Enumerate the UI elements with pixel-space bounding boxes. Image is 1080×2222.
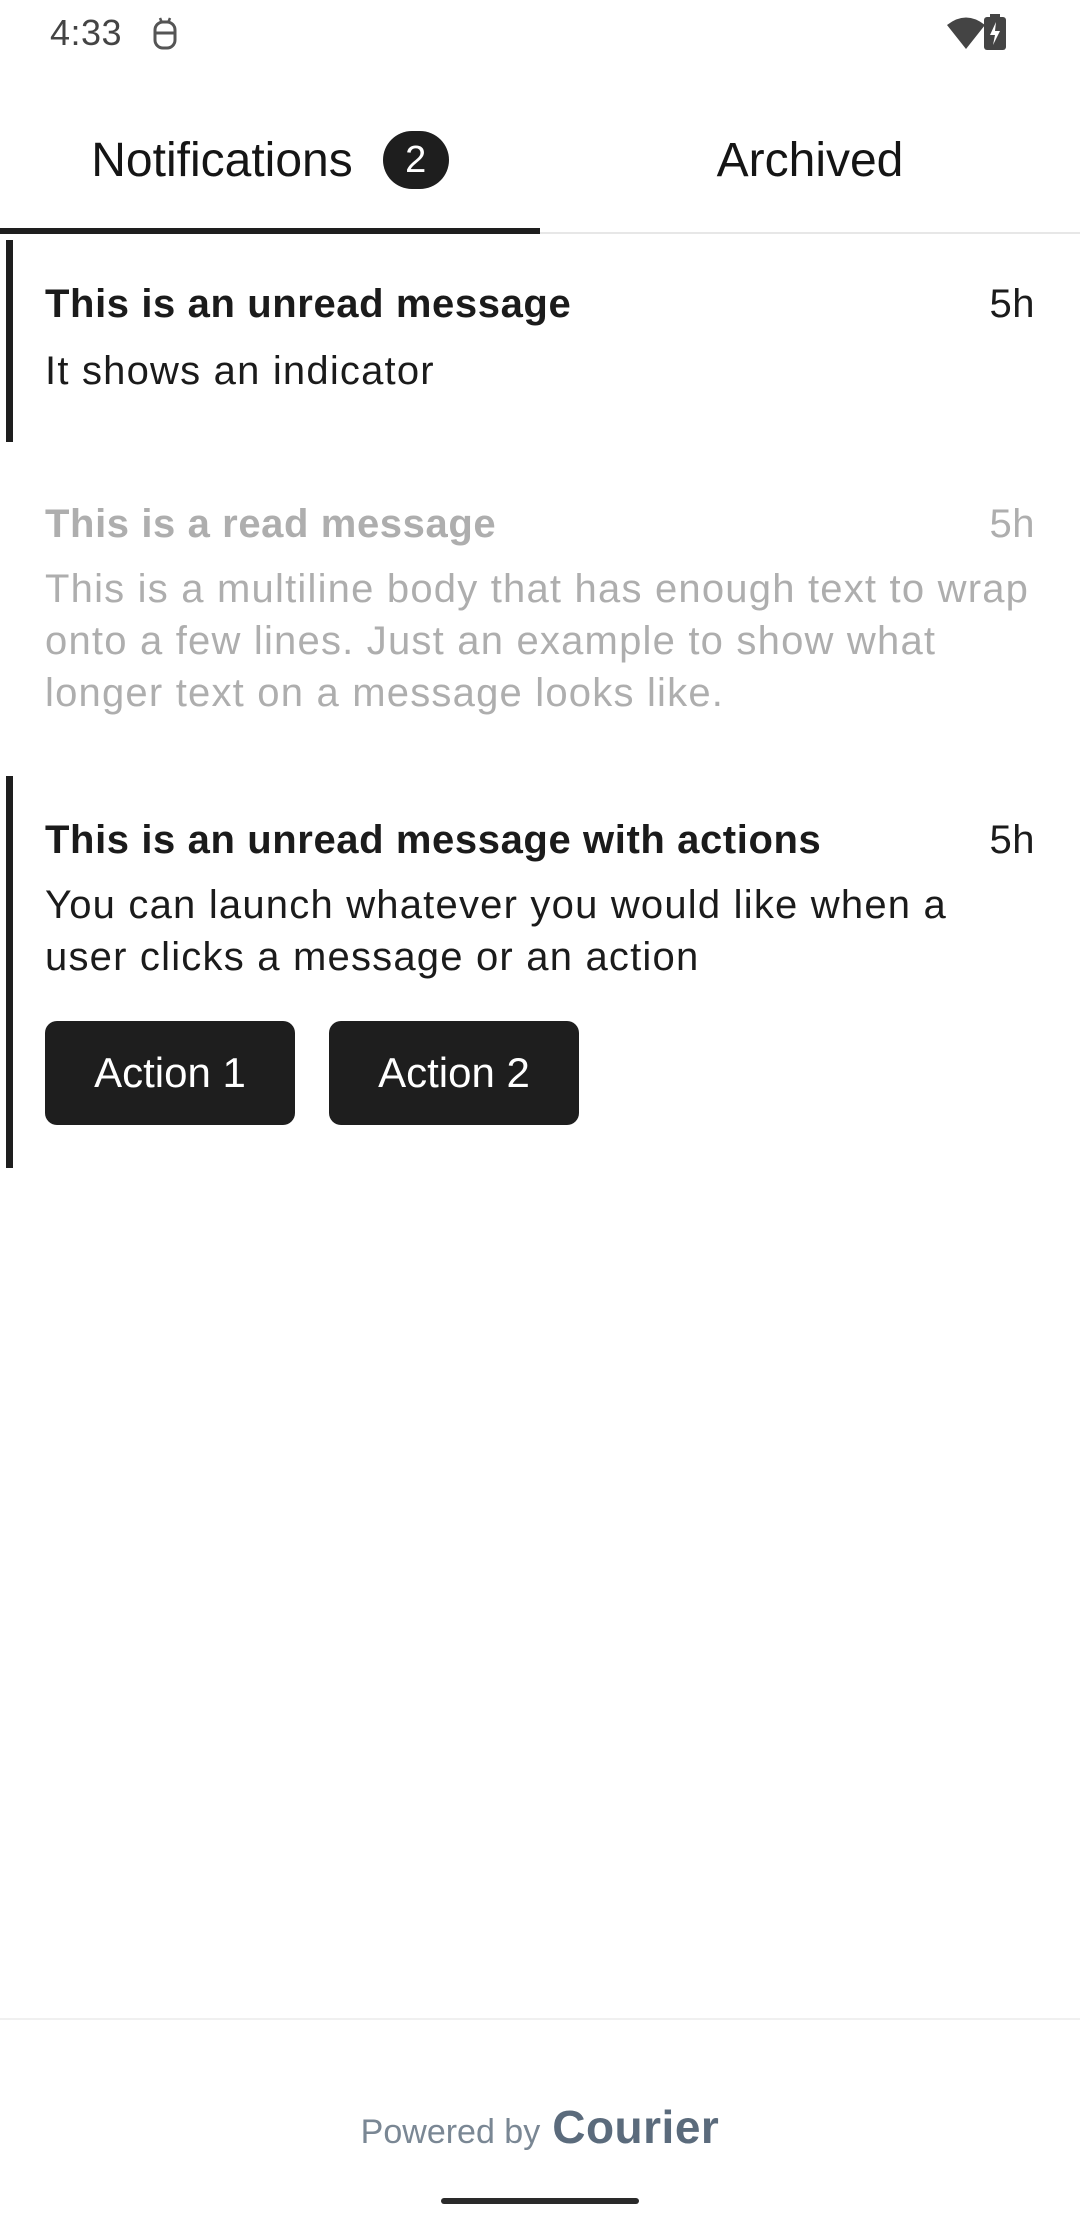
wifi-icon	[947, 17, 985, 49]
message-body: You can launch whatever you would like w…	[45, 883, 947, 979]
tab-notifications-label: Notifications	[91, 133, 353, 187]
message-time: 5h	[989, 502, 1035, 546]
footer: Powered by Courier	[0, 2018, 1080, 2222]
battery-charging-icon	[984, 14, 1006, 50]
tab-notifications[interactable]: Notifications 2	[0, 90, 540, 230]
action-1-button[interactable]: Action 1	[45, 1021, 295, 1125]
message-header: This is an unread message 5h	[45, 282, 1035, 327]
tab-archived-label: Archived	[716, 133, 904, 187]
message-item[interactable]: This is an unread message with actions 5…	[0, 776, 1080, 1168]
unread-indicator	[6, 240, 13, 442]
status-bar: 4:33	[0, 0, 1080, 64]
powered-by-label: Powered by	[360, 2113, 541, 2151]
unread-indicator	[6, 776, 13, 1168]
message-header: This is a read message 5h	[45, 502, 1035, 547]
android-robot-icon	[153, 17, 177, 50]
message-header: This is an unread message with actions 5…	[45, 818, 1035, 863]
message-item[interactable]: This is a read message 5h This is a mult…	[0, 460, 1080, 740]
message-title: This is a read message	[45, 502, 497, 546]
selected-tab-indicator	[0, 228, 540, 234]
message-time: 5h	[989, 282, 1035, 326]
home-indicator[interactable]	[441, 2198, 639, 2204]
message-item[interactable]: This is an unread message 5h It shows an…	[0, 240, 1080, 442]
action-2-button[interactable]: Action 2	[329, 1021, 579, 1125]
powered-by-courier: Powered by Courier	[0, 2100, 1080, 2154]
message-body: This is a multiline body that has enough…	[45, 567, 1030, 715]
status-time: 4:33	[50, 12, 123, 53]
courier-logo: Courier	[552, 2101, 720, 2153]
message-title: This is an unread message	[45, 282, 572, 326]
message-time: 5h	[989, 818, 1035, 862]
message-body: It shows an indicator	[45, 349, 435, 393]
message-title: This is an unread message with actions	[45, 818, 822, 862]
unread-count-badge: 2	[382, 131, 449, 189]
tab-archived[interactable]: Archived	[540, 90, 1080, 230]
tab-bar: Notifications 2 Archived	[0, 90, 1080, 234]
message-actions: Action 1 Action 2	[45, 1021, 1035, 1125]
